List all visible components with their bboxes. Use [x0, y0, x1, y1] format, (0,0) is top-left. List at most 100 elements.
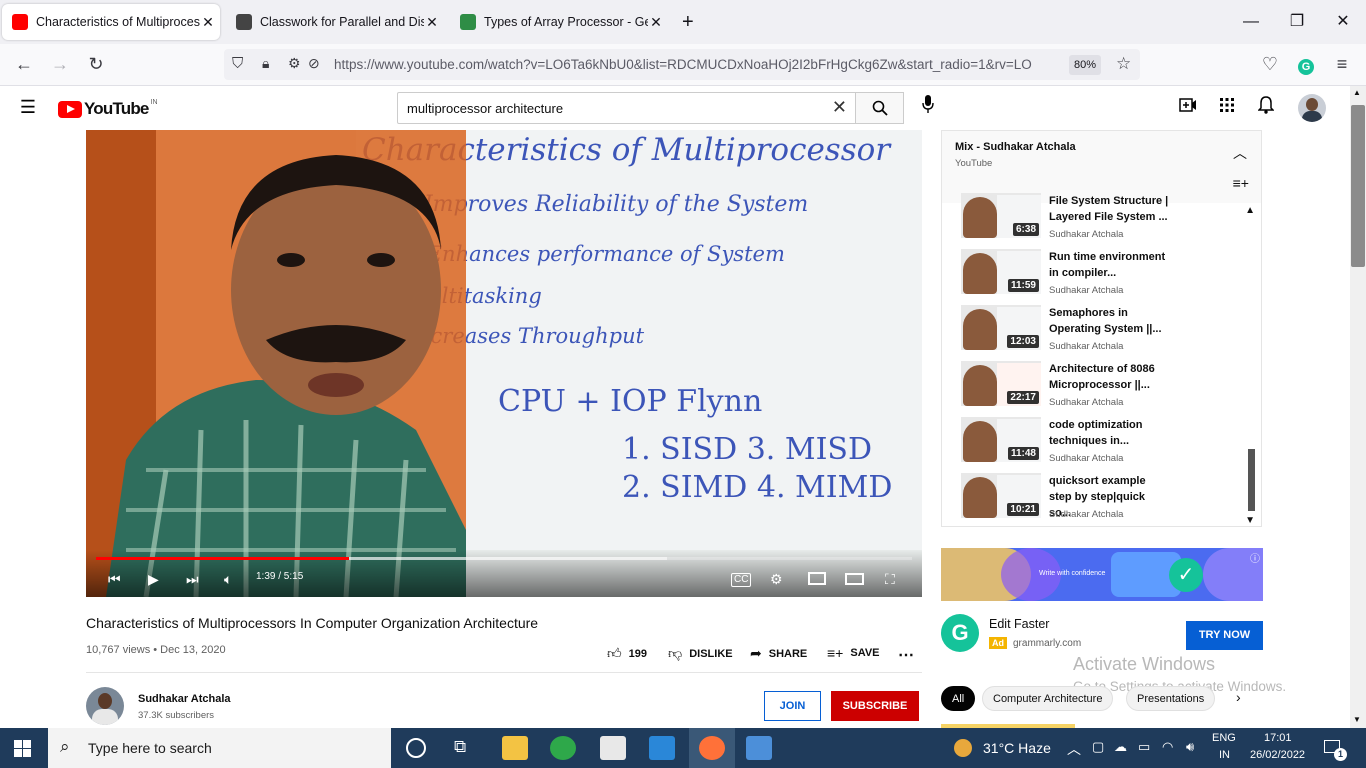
- grammarly-logo-icon[interactable]: G: [941, 614, 979, 652]
- bookmark-star-icon[interactable]: ☆: [1116, 54, 1131, 74]
- clear-search-icon[interactable]: ✕: [832, 97, 847, 118]
- url-text[interactable]: https://www.youtube.com/watch?v=LO6Ta6kN…: [334, 57, 1060, 72]
- task-view-icon[interactable]: ⧉: [454, 737, 466, 757]
- reload-icon[interactable]: ↻: [84, 52, 108, 76]
- volume-tray-icon[interactable]: 🔊︎: [1186, 739, 1194, 755]
- subtitles-icon[interactable]: CC: [731, 573, 752, 587]
- onedrive-cloud-icon[interactable]: ☁: [1114, 739, 1127, 755]
- autoplay-blocked-icon[interactable]: ⊘: [308, 55, 320, 72]
- permissions-icon[interactable]: ⚙: [288, 55, 301, 72]
- chip-all[interactable]: All: [941, 686, 976, 711]
- url-bar[interactable]: ⛉ 🔒︎ ⚙ ⊘ https://www.youtube.com/watch?v…: [224, 49, 1140, 80]
- page-scroll-down-icon[interactable]: ▼: [1353, 715, 1361, 724]
- firefox-taskbar-button[interactable]: [689, 728, 735, 768]
- clock-time[interactable]: 17:01: [1264, 732, 1292, 744]
- like-button[interactable]: 👍︎ 199: [607, 645, 647, 662]
- weather-haze-icon: [954, 739, 972, 757]
- shield-icon[interactable]: ⛉: [232, 55, 243, 72]
- maximize-icon[interactable]: ❐: [1274, 8, 1320, 36]
- next-icon[interactable]: ⏭: [186, 570, 199, 588]
- progress-bar[interactable]: [96, 557, 912, 560]
- notifications-bell-icon[interactable]: [1254, 96, 1278, 120]
- playlist-title[interactable]: Mix - Sudhakar Atchala: [955, 141, 1076, 153]
- apps-grid-icon[interactable]: [1215, 96, 1239, 120]
- scroll-down-icon[interactable]: ▼: [1245, 515, 1255, 526]
- account-avatar[interactable]: [1298, 94, 1326, 122]
- miniplayer-icon[interactable]: [808, 572, 826, 585]
- join-button[interactable]: JOIN: [764, 691, 821, 721]
- channel-name[interactable]: Sudhakar Atchala: [138, 693, 231, 705]
- language-en[interactable]: ENG: [1212, 732, 1236, 744]
- file-explorer-icon[interactable]: [502, 736, 528, 760]
- taskbar-search[interactable]: ⌕ Type here to search: [48, 728, 391, 768]
- playlist-item[interactable]: 11:48 code optimization techniques in...…: [961, 417, 1246, 465]
- channel-avatar[interactable]: [86, 687, 124, 725]
- playlist-item[interactable]: 11:59 Run time environment in compiler..…: [961, 249, 1246, 297]
- save-playlist-icon[interactable]: ≡+: [1233, 175, 1249, 191]
- tab-array-processor[interactable]: Types of Array Processor - Geek ✕: [450, 4, 668, 40]
- page-scroll-up-icon[interactable]: ▲: [1353, 88, 1361, 97]
- weather-text[interactable]: 31°C Haze: [983, 740, 1051, 756]
- search-button[interactable]: [855, 92, 904, 124]
- menu-hamburger-icon[interactable]: ≡: [1330, 52, 1354, 76]
- photos-icon[interactable]: [746, 736, 772, 760]
- settings-gear-icon[interactable]: ⚙: [770, 570, 783, 588]
- previous-icon[interactable]: ⏮: [108, 570, 121, 588]
- youtube-logo[interactable]: YouTube IN: [58, 99, 158, 119]
- pocket-icon[interactable]: ♡: [1258, 52, 1282, 76]
- window-close-icon[interactable]: ✕: [1320, 8, 1366, 36]
- clock-date[interactable]: 26/02/2022: [1250, 749, 1305, 761]
- page-scroll-thumb[interactable]: [1351, 105, 1365, 267]
- close-tab-icon[interactable]: ✕: [648, 14, 664, 31]
- search-input[interactable]: multiprocessor architecture ✕: [397, 92, 856, 124]
- video-player[interactable]: Characteristics of Multiprocessor 1. Imp…: [86, 130, 922, 597]
- ad-info-icon[interactable]: ⓘ: [1250, 550, 1260, 565]
- playlist-item[interactable]: 6:38 File System Structure | Layered Fil…: [961, 193, 1246, 241]
- mail-icon[interactable]: [649, 736, 675, 760]
- guide-menu-icon[interactable]: ☰: [16, 95, 40, 119]
- create-video-icon[interactable]: [1176, 96, 1200, 120]
- play-icon[interactable]: ▶: [148, 570, 159, 588]
- windows-start-icon[interactable]: [14, 740, 31, 762]
- subscribe-button[interactable]: SUBSCRIBE: [831, 691, 919, 721]
- network-icon[interactable]: ▭: [1138, 739, 1150, 755]
- scroll-up-icon[interactable]: ▲: [1245, 205, 1255, 216]
- chip-presentations[interactable]: Presentations: [1126, 686, 1216, 711]
- lock-icon[interactable]: 🔒︎: [262, 55, 269, 72]
- meet-now-icon[interactable]: ▢: [1092, 739, 1104, 755]
- cortana-icon[interactable]: [406, 738, 426, 758]
- save-button[interactable]: ≡+ SAVE: [827, 645, 880, 661]
- tab-classwork[interactable]: Classwork for Parallel and Distri ✕: [226, 4, 444, 40]
- new-tab-button[interactable]: +: [682, 4, 708, 40]
- close-tab-icon[interactable]: ✕: [200, 14, 216, 31]
- chips-next-chevron-icon[interactable]: ›: [1236, 689, 1241, 705]
- grammarly-extension-icon[interactable]: G: [1294, 52, 1318, 76]
- tab-characteristics[interactable]: Characteristics of Multiprocessors ✕: [2, 4, 220, 40]
- share-button[interactable]: ➦ SHARE: [750, 645, 807, 662]
- forward-icon[interactable]: →: [48, 52, 72, 76]
- try-now-button[interactable]: TRY NOW: [1186, 621, 1263, 650]
- playlist-item[interactable]: 22:17 Architecture of 8086 Microprocesso…: [961, 361, 1246, 409]
- fullscreen-icon[interactable]: ⛶: [885, 570, 895, 588]
- collapse-chevron-icon[interactable]: ︿: [1233, 143, 1247, 163]
- dislike-button[interactable]: 👎︎ DISLIKE: [668, 645, 733, 662]
- chip-computer-architecture[interactable]: Computer Architecture: [982, 686, 1114, 711]
- wifi-icon[interactable]: ◠: [1162, 739, 1173, 755]
- volume-icon[interactable]: 🔈︎: [224, 570, 232, 588]
- playlist-scrollbar[interactable]: [1248, 449, 1255, 511]
- show-hidden-icons-icon[interactable]: ︿: [1067, 739, 1081, 759]
- theater-mode-icon[interactable]: [845, 573, 864, 585]
- zoom-level[interactable]: 80%: [1069, 55, 1101, 75]
- minimize-icon[interactable]: —: [1228, 8, 1274, 36]
- voice-search-button[interactable]: [915, 93, 941, 123]
- playlist-item[interactable]: 10:21 quicksort example step by step|qui…: [961, 473, 1246, 521]
- more-actions-icon[interactable]: ⋯: [898, 645, 914, 665]
- ad-banner[interactable]: Write with confidence ✓ ⓘ: [941, 548, 1263, 601]
- playlist-item[interactable]: 12:03 Semaphores in Operating System ||.…: [961, 305, 1246, 353]
- ad-title[interactable]: Edit Faster: [989, 617, 1049, 631]
- microsoft-store-icon[interactable]: [600, 736, 626, 760]
- language-in[interactable]: IN: [1219, 749, 1230, 761]
- back-icon[interactable]: ←: [12, 52, 36, 76]
- close-tab-icon[interactable]: ✕: [424, 14, 440, 31]
- edge-icon[interactable]: [550, 736, 576, 760]
